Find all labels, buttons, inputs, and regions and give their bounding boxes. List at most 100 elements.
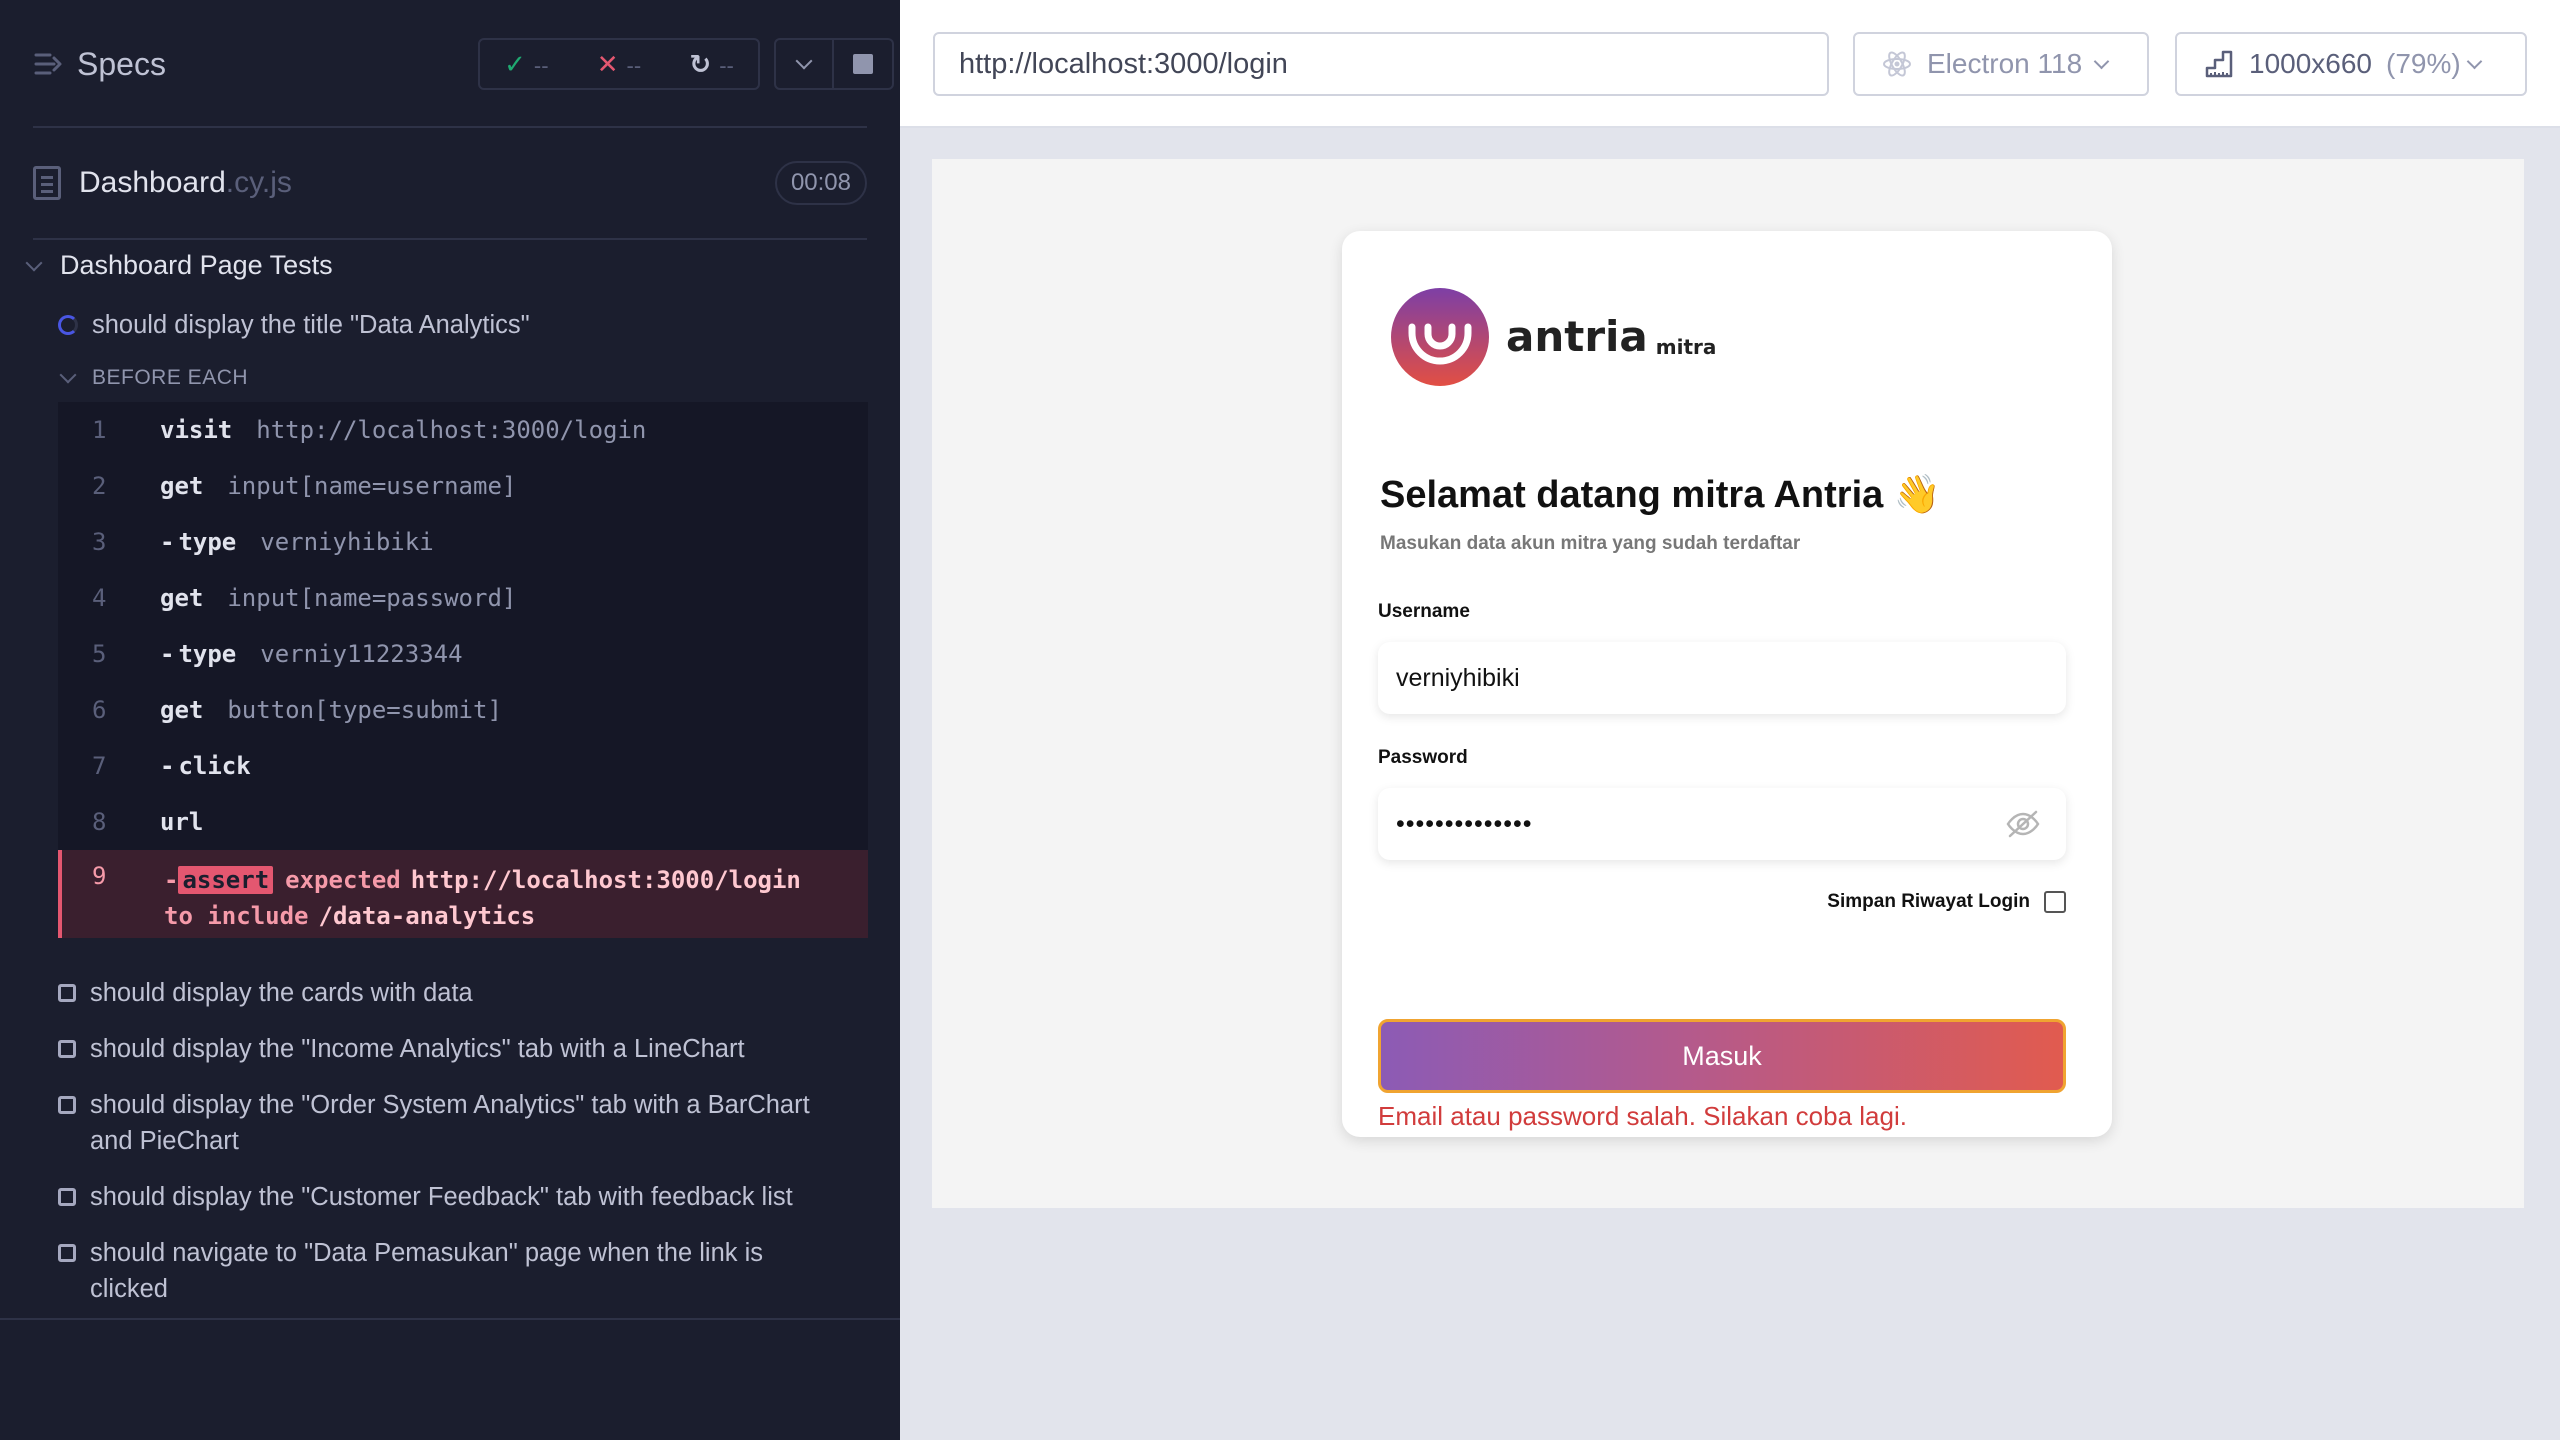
suite-title[interactable]: Dashboard Page Tests bbox=[25, 250, 333, 281]
remember-label: Simpan Riwayat Login bbox=[1827, 891, 2030, 912]
assert-message: - assert expected http://localhost:3000/log… bbox=[164, 862, 801, 934]
logo-wordmark: antria bbox=[1506, 312, 1648, 361]
viewport-selector[interactable]: 1000x660 (79%) bbox=[2175, 32, 2527, 96]
spec-file-row[interactable]: Dashboard .cy.js 00:08 bbox=[33, 155, 867, 211]
command-row[interactable]: 2 get input[name=username] bbox=[58, 458, 868, 514]
pending-test[interactable]: should display the "Customer Feedback" t… bbox=[58, 1179, 858, 1215]
running-test[interactable]: should display the title "Data Analytics… bbox=[58, 307, 858, 343]
pending-test[interactable]: should display the cards with data bbox=[58, 975, 858, 1011]
command-name: url bbox=[160, 808, 204, 836]
command-message: http://localhost:3000/login bbox=[256, 416, 647, 444]
document-icon bbox=[33, 166, 61, 200]
command-name: type bbox=[160, 640, 236, 668]
check-icon: ✓ bbox=[504, 48, 526, 79]
pending-icon bbox=[58, 984, 76, 1002]
failed-assert-row[interactable]: 9 - assert expected http://localhost:3000/l… bbox=[58, 850, 868, 938]
username-label: Username bbox=[1378, 601, 1470, 622]
cross-icon: ✕ bbox=[596, 48, 619, 79]
before-each-hook[interactable]: BEFORE EACH bbox=[59, 366, 248, 390]
pending-count: ↻ -- bbox=[689, 48, 734, 79]
remember-login[interactable]: Simpan Riwayat Login bbox=[1827, 891, 2066, 913]
logo-subtext: mitra bbox=[1655, 335, 1717, 359]
command-message: button[type=submit] bbox=[227, 696, 502, 724]
command-row[interactable]: 7 click bbox=[58, 738, 868, 794]
command-name: get bbox=[160, 584, 204, 612]
command-message: verniy11223344 bbox=[260, 640, 463, 668]
app-viewport: antria mitra Selamat datang mitra Antria… bbox=[932, 159, 2524, 1208]
eye-off-icon[interactable] bbox=[2006, 810, 2040, 838]
failed-count: ✕ -- bbox=[596, 48, 642, 79]
command-name: get bbox=[160, 472, 204, 500]
spec-name: Dashboard bbox=[79, 166, 226, 199]
command-number: 5 bbox=[92, 640, 107, 668]
command-number: 7 bbox=[92, 752, 107, 780]
chevron-down-icon bbox=[59, 366, 77, 384]
spec-extension: .cy.js bbox=[225, 166, 292, 199]
command-number: 3 bbox=[92, 528, 107, 556]
assert-to-include: to include bbox=[164, 902, 309, 930]
command-row[interactable]: 5 type verniy11223344 bbox=[58, 626, 868, 682]
command-message: input[name=password] bbox=[227, 584, 517, 612]
login-card: antria mitra Selamat datang mitra Antria… bbox=[1342, 231, 2112, 1137]
welcome-subtitle: Masukan data akun mitra yang sudah terda… bbox=[1380, 533, 1801, 554]
command-row[interactable]: 3 type verniyhibiki bbox=[58, 514, 868, 570]
command-number: 2 bbox=[92, 472, 107, 500]
running-spinner-icon bbox=[58, 315, 78, 335]
command-name: click bbox=[160, 752, 250, 780]
reporter-header: Specs ✓ -- ✕ -- ↻ -- bbox=[33, 30, 894, 98]
url-bar[interactable]: http://localhost:3000/login bbox=[933, 32, 1829, 96]
command-row[interactable]: 1 visit http://localhost:3000/login bbox=[58, 402, 868, 458]
pending-icon bbox=[58, 1096, 76, 1114]
assert-expected-value: /data-analytics bbox=[318, 902, 536, 930]
command-number: 9 bbox=[92, 862, 107, 890]
antria-logo: antria mitra bbox=[1390, 287, 1716, 387]
assert-actual: http://localhost:3000/login bbox=[410, 866, 801, 894]
dash: - bbox=[164, 866, 179, 894]
chevron-down-icon bbox=[2466, 53, 2482, 69]
pending-test[interactable]: should display the "Income Analytics" ta… bbox=[58, 1031, 858, 1067]
app-under-test-panel: http://localhost:3000/login Electron 118… bbox=[900, 0, 2560, 1440]
command-row[interactable]: 4 get input[name=password] bbox=[58, 570, 868, 626]
test-stats: ✓ -- ✕ -- ↻ -- bbox=[478, 38, 760, 90]
chevron-down-icon bbox=[795, 52, 813, 70]
pending-icon bbox=[58, 1188, 76, 1206]
password-value: •••••••••••••• bbox=[1396, 809, 1533, 838]
command-number: 1 bbox=[92, 416, 107, 444]
aut-toolbar: http://localhost:3000/login Electron 118… bbox=[900, 0, 2560, 128]
zoom-level: (79%) bbox=[2386, 48, 2461, 79]
password-input[interactable]: •••••••••••••• bbox=[1378, 788, 2066, 860]
stop-button[interactable] bbox=[834, 38, 894, 90]
assert-expected-label: expected bbox=[285, 866, 401, 894]
chevron-down-icon bbox=[25, 254, 43, 271]
command-log: 1 visit http://localhost:3000/login 2 ge… bbox=[58, 402, 868, 938]
command-row[interactable]: 8 url bbox=[58, 794, 868, 850]
remember-checkbox[interactable] bbox=[2044, 891, 2066, 913]
command-number: 6 bbox=[92, 696, 107, 724]
spec-duration: 00:08 bbox=[774, 161, 867, 205]
command-number: 4 bbox=[92, 584, 107, 612]
login-submit-button[interactable]: Masuk bbox=[1378, 1019, 2066, 1093]
toggle-auto-scroll-button[interactable] bbox=[774, 38, 834, 90]
smile-logo-icon bbox=[1391, 288, 1489, 386]
browser-name: Electron 118 bbox=[1927, 48, 2083, 79]
specs-label[interactable]: Specs bbox=[77, 46, 166, 83]
pending-test[interactable]: should navigate to "Data Pemasukan" page… bbox=[58, 1235, 818, 1307]
command-message: verniyhibiki bbox=[260, 528, 434, 556]
pending-test[interactable]: should display the "Order System Analyti… bbox=[58, 1087, 858, 1159]
username-input[interactable]: verniyhibiki bbox=[1378, 642, 2066, 714]
divider bbox=[0, 1318, 900, 1320]
refresh-icon: ↻ bbox=[689, 48, 712, 79]
cypress-reporter: Specs ✓ -- ✕ -- ↻ -- Dashboard .cy.js 00:08… bbox=[0, 0, 900, 1440]
pending-icon bbox=[58, 1040, 76, 1058]
electron-icon bbox=[1883, 51, 1911, 77]
browser-selector[interactable]: Electron 118 bbox=[1853, 32, 2149, 96]
stop-icon bbox=[853, 54, 873, 74]
command-row[interactable]: 6 get button[type=submit] bbox=[58, 682, 868, 738]
divider bbox=[33, 126, 867, 128]
chevron-down-icon bbox=[2093, 53, 2110, 69]
divider bbox=[33, 238, 867, 240]
password-label: Password bbox=[1378, 747, 1468, 768]
specs-list-icon[interactable] bbox=[33, 49, 63, 79]
command-name: type bbox=[160, 528, 236, 556]
assert-badge: assert bbox=[178, 866, 274, 894]
